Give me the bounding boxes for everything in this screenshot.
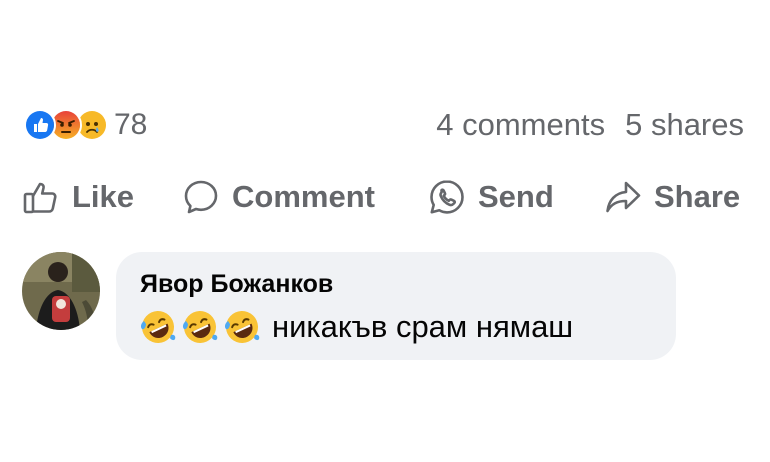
like-label: Like [72,179,135,214]
share-label: Share [654,179,741,214]
reactions-summary[interactable]: 78 [24,108,148,141]
comment-author[interactable]: Явор Божанков [140,270,652,298]
send-label: Send [478,179,554,214]
rolling-on-floor-laughing-icon [182,311,218,343]
comments-count-link[interactable]: 4 comments [436,107,605,143]
shares-count-link[interactable]: 5 shares [625,107,744,143]
rolling-on-floor-laughing-icon [140,311,176,343]
comment-bubble[interactable]: Явор Божанков никакъв срам нямаш [116,252,676,360]
comment-body: никакъв срам нямаш [140,306,652,348]
like-button[interactable]: Like [22,173,134,221]
share-button[interactable]: Share [604,173,740,221]
share-arrow-icon [606,181,641,213]
comment-bubble-icon [184,180,218,214]
reaction-count: 78 [114,108,148,141]
rolling-on-floor-laughing-icon [224,311,260,343]
comment-text: никакъв срам нямаш [272,309,574,344]
comment-label: Comment [232,179,375,214]
commenter-avatar[interactable] [22,252,100,330]
whatsapp-icon [430,180,464,214]
send-button[interactable]: Send [428,173,554,221]
like-reaction-icon [24,109,56,141]
post-action-bar: Like Comment Send Share [22,173,752,221]
thumbs-up-icon [23,182,57,214]
post-stats-bar: 78 4 comments 5 shares [24,104,746,146]
comment-button[interactable]: Comment [182,173,375,221]
